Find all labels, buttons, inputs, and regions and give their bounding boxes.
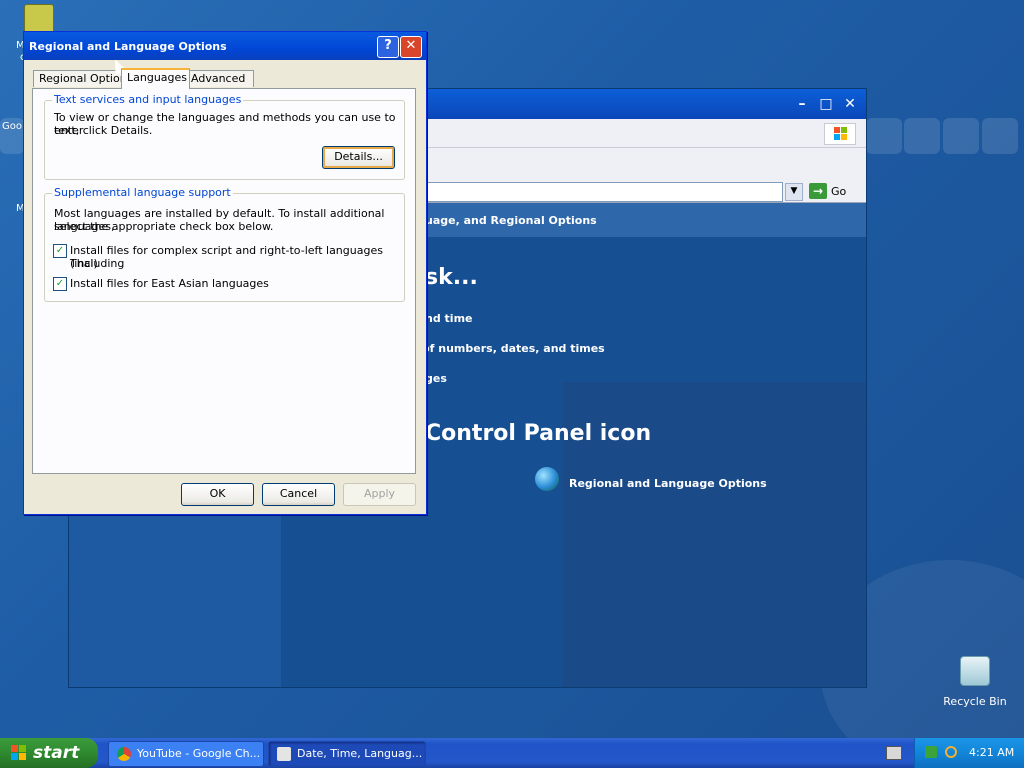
taskbar: start YouTube - Google Ch... Date, Time,… <box>0 738 1024 768</box>
complex-script-checkbox[interactable]: ✓ <box>53 244 67 258</box>
maximize-icon[interactable]: □ <box>817 96 835 113</box>
supplemental-language-group: Supplemental language support Most langu… <box>44 186 405 302</box>
recycle-bin-label: Recycle Bin <box>943 695 1007 708</box>
close-icon[interactable]: ✕ <box>841 96 859 113</box>
tab-advanced[interactable]: Advanced <box>185 70 254 87</box>
go-label: Go <box>831 184 847 198</box>
keyboard-icon[interactable] <box>886 746 902 760</box>
details-button[interactable]: Details... <box>322 146 395 169</box>
east-asian-label[interactable]: Install files for East Asian languages <box>70 277 269 290</box>
desktop-icon-label: Goo <box>2 121 22 132</box>
control-panel-icon <box>277 747 291 761</box>
cancel-button[interactable]: Cancel <box>262 483 335 506</box>
complex-script-label[interactable]: Thai) <box>70 257 98 270</box>
search-icon[interactable] <box>945 746 957 758</box>
east-asian-checkbox[interactable]: ✓ <box>53 277 67 291</box>
languages-tab-panel: Text services and input languages To vie… <box>32 88 416 474</box>
dialog-title: Regional and Language Options <box>29 40 227 53</box>
close-icon[interactable]: ✕ <box>400 36 422 58</box>
pick-icon-heading: Control Panel icon <box>425 421 652 446</box>
go-button[interactable]: → Go <box>809 182 846 200</box>
pick-task-heading: sk... <box>425 265 478 290</box>
ok-button[interactable]: OK <box>181 483 254 506</box>
windows-logo-icon <box>824 123 856 145</box>
taskbar-item-label: Date, Time, Languag... <box>297 747 423 760</box>
recycle-bin-icon <box>960 656 990 686</box>
desktop-icon-recycle-bin[interactable]: Recycle Bin <box>940 656 1010 708</box>
taskbar-item-youtube[interactable]: YouTube - Google Ch... <box>108 741 264 767</box>
system-tray: 4:21 AM <box>914 738 1024 768</box>
group-description: select the appropriate check box below. <box>54 220 274 233</box>
apply-button[interactable]: Apply <box>343 483 416 506</box>
group-title: Text services and input languages <box>52 93 244 106</box>
address-input[interactable] <box>425 182 783 202</box>
windows-logo-icon <box>11 745 26 760</box>
tab-languages[interactable]: Languages <box>121 68 190 89</box>
category-title: uage, and Regional Options <box>425 214 597 227</box>
regional-language-options-dialog[interactable]: Regional and Language Options ? ✕ Region… <box>23 31 427 515</box>
chrome-icon <box>117 747 131 761</box>
desktop: M c Goo M Recycle Bin – □ ✕ ▼ <box>0 0 1024 738</box>
group-description: text, click Details. <box>54 124 153 137</box>
task-link-date-time[interactable]: nd time <box>425 312 473 325</box>
group-title: Supplemental language support <box>52 186 233 199</box>
complex-script-label[interactable]: Install files for complex script and rig… <box>70 244 404 270</box>
clock-icon <box>24 4 54 34</box>
task-link-number-format[interactable]: t of numbers, dates, and times <box>413 342 605 355</box>
text-services-group: Text services and input languages To vie… <box>44 93 405 180</box>
taskbar-item-date-time[interactable]: Date, Time, Languag... <box>268 741 426 767</box>
dialog-titlebar[interactable]: Regional and Language Options ? ✕ <box>24 32 426 60</box>
taskbar-item-label: YouTube - Google Ch... <box>137 747 261 760</box>
tab-regional-options[interactable]: Regional Options <box>33 70 126 87</box>
network-icon[interactable] <box>925 746 937 758</box>
globe-icon[interactable] <box>535 467 559 491</box>
go-arrow-icon: → <box>809 183 827 199</box>
start-label: start <box>33 743 80 763</box>
task-link-languages[interactable]: ges <box>425 372 447 385</box>
help-icon[interactable]: ? <box>377 36 399 58</box>
chevron-down-icon[interactable]: ▼ <box>785 183 803 201</box>
regional-language-options-link[interactable]: Regional and Language Options <box>569 477 767 490</box>
start-button[interactable]: start <box>0 738 98 768</box>
minimize-icon[interactable]: – <box>793 96 811 113</box>
clock[interactable]: 4:21 AM <box>969 746 1014 759</box>
desktop-icon-clock[interactable] <box>24 4 54 34</box>
